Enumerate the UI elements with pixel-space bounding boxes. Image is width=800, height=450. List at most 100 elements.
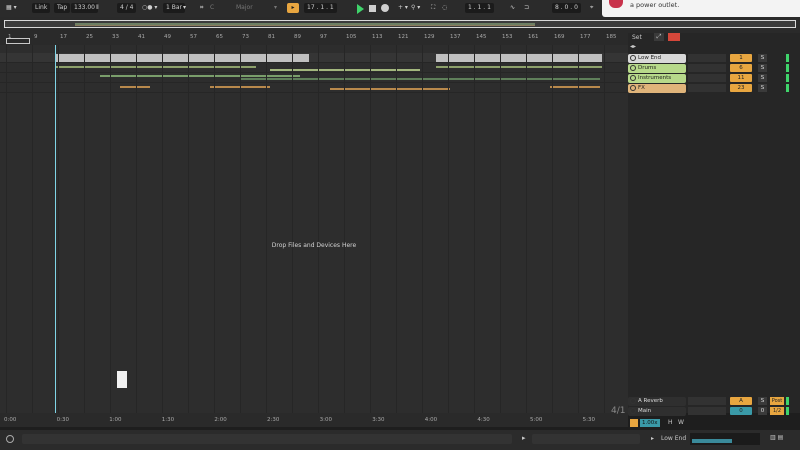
- track-input-slot[interactable]: [688, 74, 726, 82]
- h-button[interactable]: H: [668, 419, 673, 426]
- scale-field[interactable]: Major: [236, 3, 253, 13]
- track-header[interactable]: Instruments 11 S: [628, 74, 800, 84]
- record-button[interactable]: [381, 4, 389, 12]
- overview-strip[interactable]: [4, 20, 796, 28]
- key-icon[interactable]: ⌗: [200, 3, 203, 13]
- solo-button[interactable]: S: [758, 397, 767, 405]
- level-meter: [786, 64, 789, 72]
- level-meter: [786, 54, 789, 62]
- pin-icon[interactable]: ⌖: [590, 3, 593, 13]
- time-tick-label: 3:30: [372, 417, 385, 423]
- track-number[interactable]: 6: [730, 64, 752, 72]
- track-header[interactable]: FX 23 S: [628, 84, 800, 94]
- loop-length-field[interactable]: 8 . 0 . 0: [552, 3, 581, 13]
- track-activator-icon[interactable]: [630, 55, 636, 61]
- track-name[interactable]: Drums: [628, 64, 686, 73]
- track-extra[interactable]: 1/2: [770, 407, 784, 415]
- link-button[interactable]: Link: [32, 3, 51, 13]
- track-input-slot[interactable]: [688, 397, 726, 405]
- track-activator-icon[interactable]: [630, 408, 636, 414]
- gridline: [188, 45, 189, 413]
- loop-start-field[interactable]: 1 . 1 . 1: [465, 3, 494, 13]
- bar-tick-label: 129: [424, 34, 435, 40]
- arrows-icon[interactable]: ◂▸: [630, 43, 636, 50]
- track-name[interactable]: A Reverb: [628, 397, 686, 406]
- chevron-down-icon[interactable]: ▾: [183, 3, 186, 13]
- arrangement-overview[interactable]: [0, 17, 800, 33]
- track-lane-fx[interactable]: [0, 83, 628, 93]
- record-arm-button[interactable]: [668, 33, 680, 41]
- play-status-icon[interactable]: ▸: [522, 434, 526, 442]
- track-input-slot[interactable]: [688, 407, 726, 415]
- follow-button[interactable]: ▸: [287, 3, 299, 13]
- bar-tick-label: 9: [34, 34, 38, 40]
- status-arrow-icon[interactable]: ▸: [651, 435, 654, 442]
- layout-icon[interactable]: ▥ ▤: [770, 434, 783, 441]
- track-activator-icon[interactable]: [630, 65, 636, 71]
- metronome-toggle-icon[interactable]: ○● ▾: [142, 3, 157, 13]
- position-field[interactable]: 17 . 1 . 1: [304, 3, 337, 13]
- track-number[interactable]: 0: [730, 407, 752, 415]
- capture-icon[interactable]: ⛶: [431, 3, 435, 13]
- automation-icon[interactable]: ⚲ ▾: [411, 3, 420, 13]
- play-button[interactable]: [357, 4, 364, 14]
- track-name[interactable]: Instruments: [628, 74, 686, 83]
- solo-button[interactable]: S: [758, 64, 767, 72]
- track-number[interactable]: A: [730, 397, 752, 405]
- gridline: [318, 45, 319, 413]
- track-name[interactable]: Main: [628, 407, 686, 416]
- quantize-dropdown[interactable]: 1 Bar: [163, 3, 185, 13]
- track-header[interactable]: Main 0 0 1/2: [628, 407, 800, 417]
- time-signature-field[interactable]: 4 / 4: [117, 3, 137, 13]
- gridline: [370, 45, 371, 413]
- loop-icon[interactable]: ◌: [442, 3, 447, 13]
- time-tick-label: 3:00: [319, 417, 332, 423]
- key-field[interactable]: C: [210, 3, 214, 13]
- track-lane-low-end[interactable]: [0, 53, 628, 63]
- add-icon[interactable]: + ▾: [398, 3, 408, 13]
- info-icon[interactable]: [6, 435, 14, 443]
- track-number[interactable]: 11: [730, 74, 752, 82]
- arrangement-view[interactable]: [0, 45, 628, 413]
- track-extra[interactable]: Post: [770, 397, 784, 405]
- solo-button[interactable]: 0: [758, 407, 767, 415]
- loop-toggle-icon[interactable]: ⊐: [524, 3, 529, 13]
- w-button[interactable]: W: [678, 419, 684, 426]
- scale-chevron-icon[interactable]: ▾: [274, 3, 277, 13]
- track-header[interactable]: Low End 1 S: [628, 54, 800, 64]
- track-lane-drums[interactable]: [0, 63, 628, 73]
- track-activator-icon[interactable]: [630, 398, 636, 404]
- track-header[interactable]: A Reverb A S Post: [628, 397, 800, 407]
- track-activator-icon[interactable]: [630, 75, 636, 81]
- zoom-field[interactable]: 1.00x: [640, 419, 660, 427]
- tap-button[interactable]: Tap: [54, 3, 71, 13]
- track-name[interactable]: FX: [628, 84, 686, 93]
- time-ruler[interactable]: 0:00 0:30 1:00 1:30 2:00 2:30 3:00 3:30 4:00 4:30…: [0, 413, 628, 427]
- solo-button[interactable]: S: [758, 74, 767, 82]
- track-number[interactable]: 23: [730, 84, 752, 92]
- tempo-field[interactable]: 133.00: [71, 3, 98, 13]
- track-activator-icon[interactable]: [630, 85, 636, 91]
- menu-icon[interactable]: ▦ ▾: [6, 3, 17, 13]
- bar-tick-label: 177: [580, 34, 591, 40]
- bar-ruler[interactable]: 1 9 17 25 33 41 49 57 65 73 81 89 97 105 113 121 129 137 1…: [0, 33, 643, 45]
- time-tick-label: 0:30: [56, 417, 69, 423]
- draw-mode-icon[interactable]: ∿: [510, 3, 515, 13]
- solo-button[interactable]: S: [758, 54, 767, 62]
- track-lane-instruments[interactable]: [0, 73, 628, 83]
- info-text-area: [22, 434, 512, 444]
- playhead[interactable]: [55, 45, 56, 415]
- bar-tick-label: 1: [8, 34, 12, 40]
- track-input-slot[interactable]: [688, 54, 726, 62]
- status-track-name: Low End: [661, 435, 687, 442]
- expand-icon[interactable]: ⤢: [654, 33, 664, 41]
- metronome-icon[interactable]: ⦀: [96, 3, 99, 13]
- track-header[interactable]: Drums 6 S: [628, 64, 800, 74]
- track-name[interactable]: Low End: [628, 54, 686, 63]
- solo-button[interactable]: S: [758, 84, 767, 92]
- zoom-icon[interactable]: [630, 419, 638, 427]
- stop-button[interactable]: [369, 5, 376, 12]
- track-number[interactable]: 1: [730, 54, 752, 62]
- track-input-slot[interactable]: [688, 64, 726, 72]
- track-input-slot[interactable]: [688, 84, 726, 92]
